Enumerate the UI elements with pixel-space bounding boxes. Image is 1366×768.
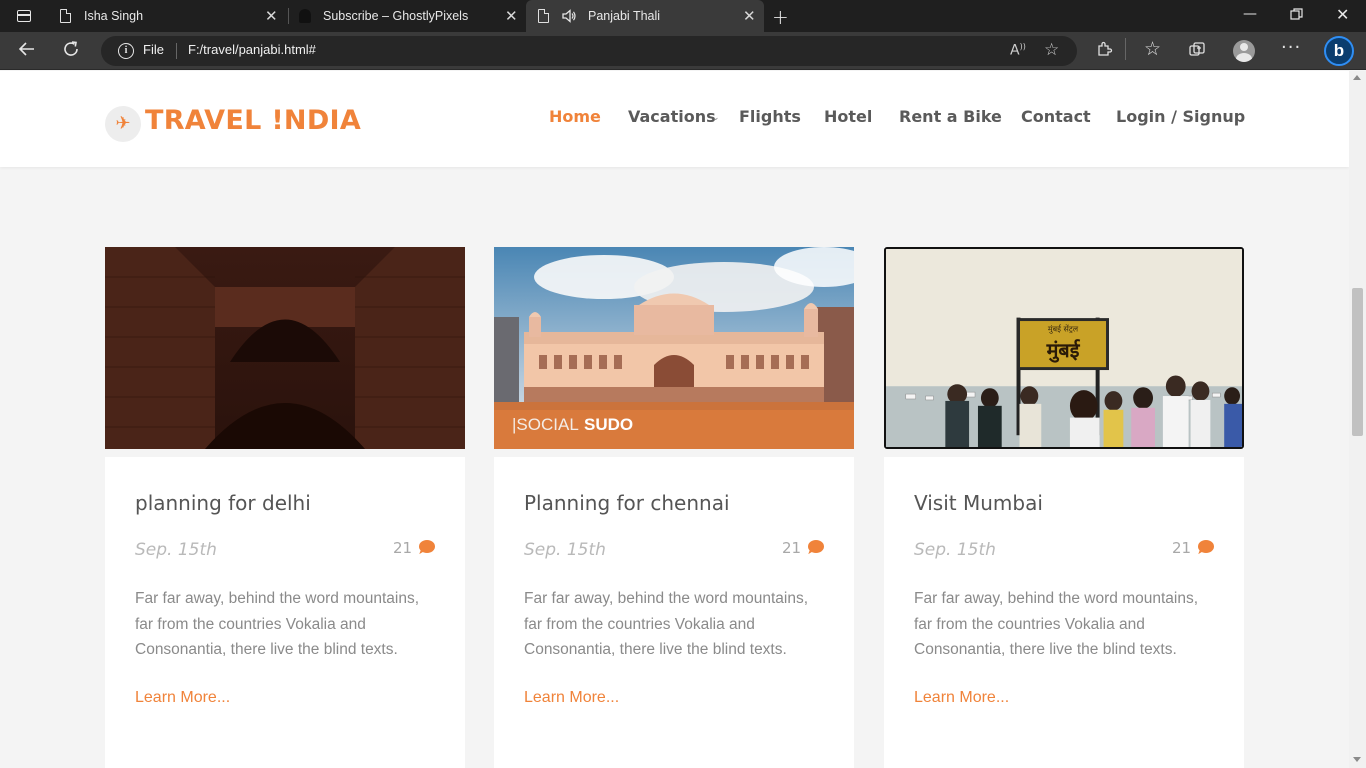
tab-isha-singh[interactable]: Isha Singh ✕ xyxy=(48,0,286,32)
sign-top-text: मुंबई सेंट्रल xyxy=(1048,323,1079,334)
nav-vacations[interactable]: Vacations xyxy=(628,107,716,126)
favorites-icon[interactable]: ☆ xyxy=(1144,38,1161,60)
tab-panjabi-thali[interactable]: Panjabi Thali ✕ xyxy=(526,0,764,32)
restore-icon[interactable] xyxy=(1290,8,1303,25)
nav-hotel[interactable]: Hotel xyxy=(824,107,872,126)
more-options-icon[interactable]: ··· xyxy=(1281,37,1301,58)
close-icon[interactable]: ✕ xyxy=(743,7,756,25)
card-date: Sep. 15th xyxy=(914,540,996,560)
speaker-icon[interactable] xyxy=(561,8,577,24)
scheme-label: File xyxy=(143,42,164,57)
card-image-delhi[interactable] xyxy=(105,247,465,449)
card-title[interactable]: Visit Mumbai xyxy=(914,491,1043,515)
tab-title: Panjabi Thali xyxy=(588,9,661,23)
close-icon[interactable]: ✕ xyxy=(265,7,278,25)
card-date: Sep. 15th xyxy=(135,540,217,560)
ghost-icon xyxy=(299,9,311,23)
nav-rent-a-bike[interactable]: Rent a Bike xyxy=(899,107,1002,126)
tab-actions-icon xyxy=(17,10,31,22)
learn-more-link[interactable]: Learn More... xyxy=(135,689,230,707)
blog-card-delhi: planning for delhi Sep. 15th 21 Far far … xyxy=(105,247,465,768)
read-aloud-icon[interactable]: A)) xyxy=(1010,42,1026,59)
minimize-icon[interactable]: — xyxy=(1243,6,1257,22)
card-image-mumbai[interactable]: मुंबई सेंट्रल मुंबई xyxy=(884,247,1244,449)
nav-contact[interactable]: Contact xyxy=(1021,107,1091,126)
site-header: ✈ TRAVEL !NDIA Home Vacations ⌄ Flights … xyxy=(0,71,1349,167)
card-title[interactable]: Planning for chennai xyxy=(524,491,730,515)
browser-tab-bar: Isha Singh ✕ Subscribe – GhostlyPixels ✕… xyxy=(0,0,1366,32)
tab-title: Isha Singh xyxy=(84,9,144,23)
separator xyxy=(1125,38,1126,60)
comment-icon[interactable] xyxy=(419,540,435,553)
page-icon xyxy=(538,9,549,23)
url-text[interactable]: F:/travel/panjabi.html# xyxy=(188,42,316,57)
airplane-icon[interactable]: ✈ xyxy=(105,106,141,142)
learn-more-link[interactable]: Learn More... xyxy=(914,689,1009,707)
card-date: Sep. 15th xyxy=(524,540,606,560)
add-favorite-icon[interactable]: ☆ xyxy=(1044,40,1059,60)
info-icon[interactable]: i xyxy=(118,43,134,59)
separator xyxy=(176,43,177,59)
blog-card-mumbai: मुंबई सेंट्रल मुंबई Visit Mumbai Sep. 15… xyxy=(884,247,1244,768)
comment-icon[interactable] xyxy=(808,540,824,553)
bing-copilot-icon[interactable]: b xyxy=(1324,36,1354,66)
card-excerpt: Far far away, behind the word mountains,… xyxy=(914,590,1199,658)
tab-actions-button[interactable] xyxy=(10,6,38,26)
watermark-left: |SOCIAL xyxy=(512,415,579,434)
comment-count: 21 xyxy=(1172,539,1192,557)
page-viewport: ✈ TRAVEL !NDIA Home Vacations ⌄ Flights … xyxy=(0,71,1349,768)
nav-home[interactable]: Home xyxy=(549,107,601,126)
card-excerpt: Far far away, behind the word mountains,… xyxy=(135,590,420,658)
comment-icon[interactable] xyxy=(1198,540,1214,553)
nav-flights[interactable]: Flights xyxy=(739,107,801,126)
browser-toolbar: i File F:/travel/panjabi.html# A)) ☆ ☆ ·… xyxy=(0,32,1366,70)
card-image-chennai[interactable]: |SOCIAL SUDO xyxy=(494,247,854,449)
chevron-down-icon[interactable]: ⌄ xyxy=(712,113,720,123)
nav-login-signup[interactable]: Login / Signup xyxy=(1116,107,1245,126)
profile-avatar[interactable] xyxy=(1233,40,1255,62)
blog-card-chennai: |SOCIAL SUDO Planning for chennai Sep. 1… xyxy=(494,247,854,768)
card-excerpt: Far far away, behind the word mountains,… xyxy=(524,590,809,658)
card-title[interactable]: planning for delhi xyxy=(135,491,311,515)
page-icon xyxy=(60,9,71,23)
scrollbar-thumb[interactable] xyxy=(1352,288,1363,436)
comment-count: 21 xyxy=(393,539,413,557)
address-bar[interactable]: i File F:/travel/panjabi.html# A)) ☆ xyxy=(101,36,1077,66)
spacer xyxy=(494,449,854,457)
tab-title: Subscribe – GhostlyPixels xyxy=(323,9,469,23)
comment-count: 21 xyxy=(782,539,802,557)
collections-icon[interactable] xyxy=(1188,41,1206,63)
back-icon[interactable] xyxy=(18,40,36,63)
sign-main-text: मुंबई xyxy=(1046,338,1081,363)
refresh-icon[interactable] xyxy=(62,40,80,63)
tab-ghostlypixels[interactable]: Subscribe – GhostlyPixels ✕ xyxy=(289,0,525,32)
site-logo[interactable]: TRAVEL !NDIA xyxy=(145,105,361,136)
new-tab-icon[interactable]: + xyxy=(772,5,789,29)
watermark-right: SUDO xyxy=(584,415,633,434)
scroll-down-icon[interactable] xyxy=(1353,757,1361,762)
page-scrollbar[interactable] xyxy=(1349,71,1366,768)
spacer xyxy=(884,449,1244,457)
close-window-icon[interactable]: ✕ xyxy=(1336,5,1349,24)
learn-more-link[interactable]: Learn More... xyxy=(524,689,619,707)
spacer xyxy=(105,449,465,457)
scroll-up-icon[interactable] xyxy=(1353,75,1361,80)
extensions-icon[interactable] xyxy=(1096,41,1113,62)
close-icon[interactable]: ✕ xyxy=(505,7,518,25)
